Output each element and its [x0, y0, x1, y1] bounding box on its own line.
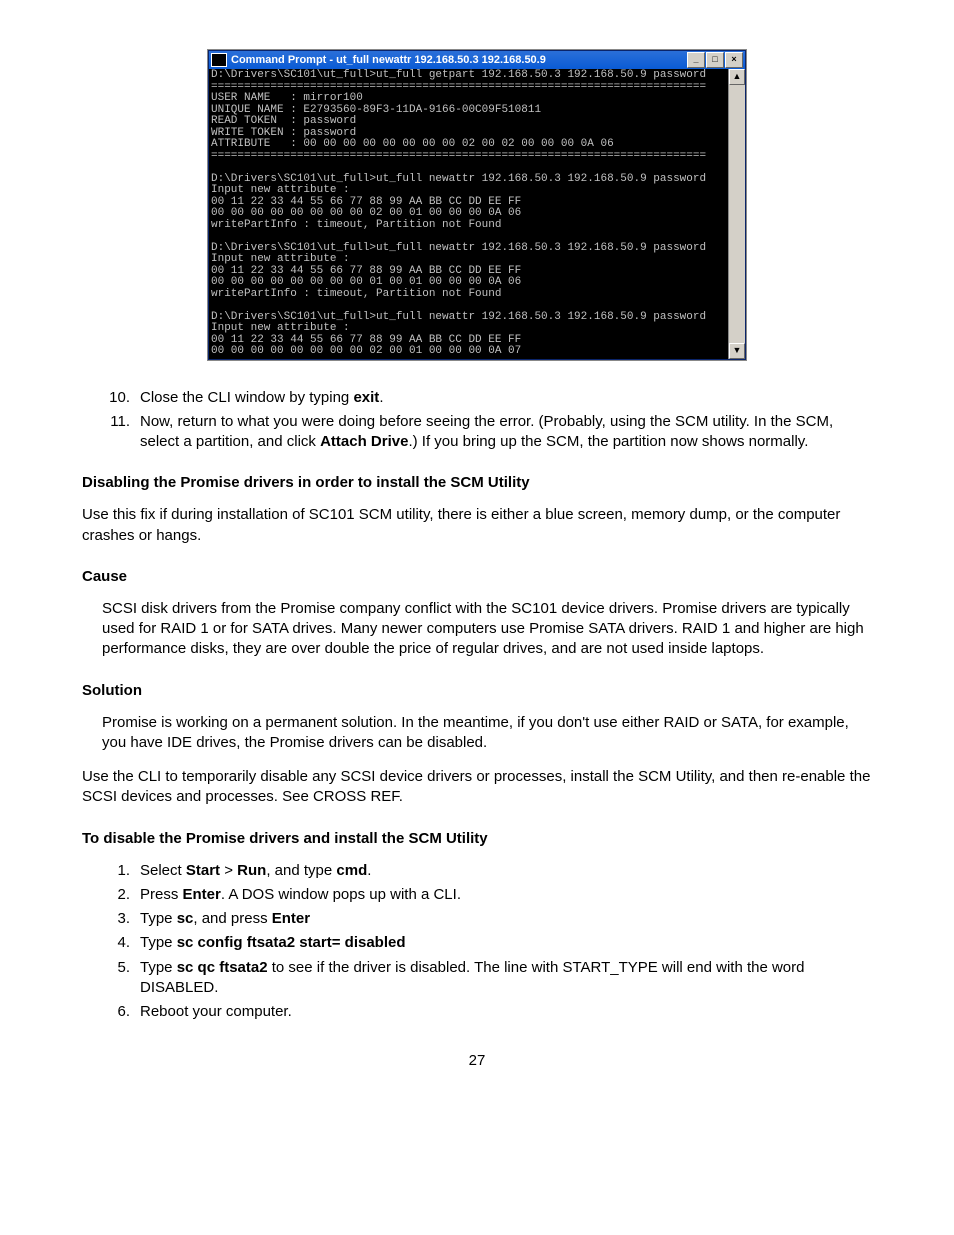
text: , and press: [193, 910, 271, 927]
scrollbar[interactable]: ▲ ▼: [728, 69, 745, 359]
bold: Enter: [272, 910, 310, 927]
window-title: Command Prompt - ut_full newattr 192.168…: [231, 54, 546, 66]
heading-cause: Cause: [82, 568, 872, 585]
close-button[interactable]: ×: [725, 52, 743, 68]
bold: sc: [177, 910, 194, 927]
step-2: Press Enter. A DOS window pops up with a…: [130, 885, 872, 905]
maximize-button[interactable]: □: [706, 52, 724, 68]
heading-to-disable: To disable the Promise drivers and insta…: [82, 830, 872, 847]
text: Type: [140, 959, 177, 976]
text: Type: [140, 910, 177, 927]
command-prompt-window: Command Prompt - ut_full newattr 192.168…: [208, 50, 746, 360]
console-output: D:\Drivers\SC101\ut_full>ut_full getpart…: [209, 69, 728, 359]
bold: exit: [353, 389, 379, 406]
bold: Enter: [183, 886, 221, 903]
paragraph: Use the CLI to temporarily disable any S…: [82, 767, 872, 808]
paragraph: Use this fix if during installation of S…: [82, 505, 872, 546]
step-5: Type sc qc ftsata2 to see if the driver …: [130, 958, 872, 999]
bold: sc qc ftsata2: [177, 959, 268, 976]
paragraph-solution: Promise is working on a permanent soluti…: [102, 713, 872, 754]
titlebar[interactable]: Command Prompt - ut_full newattr 192.168…: [209, 51, 745, 69]
text: . A DOS window pops up with a CLI.: [221, 886, 461, 903]
scroll-track[interactable]: [729, 85, 745, 343]
page-number: 27: [82, 1052, 872, 1069]
text: Reboot your computer.: [140, 1003, 292, 1020]
bold: Attach Drive: [320, 433, 408, 450]
bold: Run: [237, 862, 266, 879]
bold: sc config ftsata2 start= disabled: [177, 934, 406, 951]
minimize-button[interactable]: _: [687, 52, 705, 68]
step-10: Close the CLI window by typing exit.: [130, 388, 872, 408]
step-4: Type sc config ftsata2 start= disabled: [130, 933, 872, 953]
text: .) If you bring up the SCM, the partitio…: [408, 433, 808, 450]
step-11: Now, return to what you were doing befor…: [130, 412, 872, 453]
scroll-up-icon[interactable]: ▲: [729, 69, 745, 85]
heading-disabling: Disabling the Promise drivers in order t…: [82, 474, 872, 491]
scroll-down-icon[interactable]: ▼: [729, 343, 745, 359]
bold: Start: [186, 862, 220, 879]
step-6: Reboot your computer.: [130, 1002, 872, 1022]
text: .: [379, 389, 383, 406]
text: .: [367, 862, 371, 879]
text: Type: [140, 934, 177, 951]
steps-list-continued: Close the CLI window by typing exit. Now…: [130, 388, 872, 453]
text: Press: [140, 886, 183, 903]
cmd-icon: [211, 53, 227, 67]
step-3: Type sc, and press Enter: [130, 909, 872, 929]
step-1: Select Start > Run, and type cmd.: [130, 861, 872, 881]
text: Close the CLI window by typing: [140, 389, 353, 406]
text: , and type: [266, 862, 336, 879]
paragraph-cause: SCSI disk drivers from the Promise compa…: [102, 599, 872, 660]
steps-list-disable: Select Start > Run, and type cmd. Press …: [130, 861, 872, 1023]
heading-solution: Solution: [82, 682, 872, 699]
text: >: [220, 862, 237, 879]
text: Select: [140, 862, 186, 879]
bold: cmd: [336, 862, 367, 879]
